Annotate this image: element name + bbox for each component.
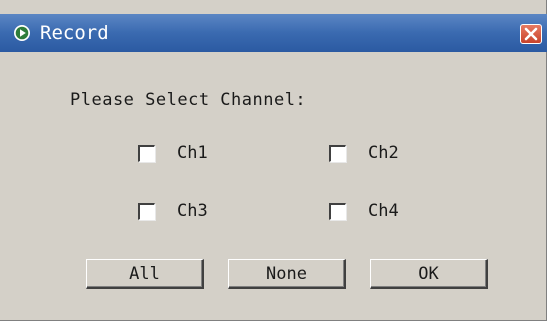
select-channel-prompt: Please Select Channel: xyxy=(70,90,307,110)
checkbox-label: Ch4 xyxy=(368,201,399,221)
select-all-button[interactable]: All xyxy=(86,259,204,289)
close-icon xyxy=(524,27,538,41)
checkbox-label: Ch1 xyxy=(177,143,208,163)
record-dialog: Record Please Select Channel: Ch1 Ch2 Ch… xyxy=(0,0,547,321)
select-all-label: All xyxy=(129,263,160,284)
checkbox-ch3[interactable]: Ch3 xyxy=(138,201,208,221)
checkbox-ch4[interactable]: Ch4 xyxy=(329,201,399,221)
window-title: Record xyxy=(40,22,109,44)
checkbox-box[interactable] xyxy=(329,202,346,220)
checkbox-box[interactable] xyxy=(329,144,346,162)
checkbox-box[interactable] xyxy=(138,144,155,162)
select-none-button[interactable]: None xyxy=(228,259,346,289)
select-none-label: None xyxy=(266,263,307,284)
ok-button[interactable]: OK xyxy=(370,259,488,289)
checkbox-label: Ch3 xyxy=(177,201,208,221)
record-play-icon xyxy=(13,24,31,42)
checkbox-ch2[interactable]: Ch2 xyxy=(329,143,399,163)
checkbox-label: Ch2 xyxy=(368,143,399,163)
checkbox-box[interactable] xyxy=(138,202,155,220)
close-button[interactable] xyxy=(520,24,542,44)
checkbox-ch1[interactable]: Ch1 xyxy=(138,143,208,163)
ok-label: OK xyxy=(418,263,439,284)
title-bar[interactable]: Record xyxy=(0,14,547,52)
